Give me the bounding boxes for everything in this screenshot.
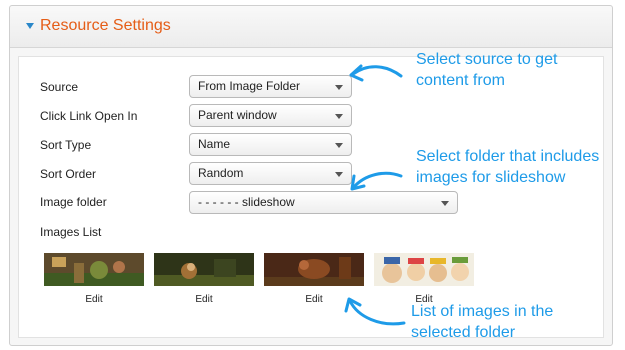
chevron-down-icon bbox=[335, 172, 343, 177]
annotation-arrow-icon bbox=[350, 171, 403, 191]
edit-link[interactable]: Edit bbox=[154, 294, 254, 305]
image-thumbnail[interactable] bbox=[154, 253, 254, 286]
images-list-label: Images List bbox=[40, 225, 102, 239]
source-select-value: From Image Folder bbox=[198, 79, 301, 93]
panel-header[interactable]: Resource Settings bbox=[10, 6, 612, 48]
image-thumbnail[interactable] bbox=[264, 253, 364, 286]
image-folder-label: Image folder bbox=[40, 195, 107, 209]
annotation-arrow-icon bbox=[344, 297, 406, 326]
source-select[interactable]: From Image Folder bbox=[189, 75, 352, 98]
sort-type-label: Sort Type bbox=[40, 138, 92, 152]
click-link-open-in-select[interactable]: Parent window bbox=[189, 104, 352, 127]
panel-body: Source From Image Folder Click Link Open… bbox=[18, 56, 604, 338]
chevron-down-icon bbox=[335, 114, 343, 119]
source-label: Source bbox=[40, 80, 79, 94]
image-thumbnail[interactable] bbox=[44, 253, 144, 286]
image-folder-value: - - - - - - slideshow bbox=[198, 195, 295, 209]
click-link-open-in-value: Parent window bbox=[198, 108, 277, 122]
click-link-open-in-label: Click Link Open In bbox=[40, 109, 138, 123]
sort-type-select[interactable]: Name bbox=[189, 133, 352, 156]
image-thumbnail[interactable] bbox=[374, 253, 474, 286]
sort-order-label: Sort Order bbox=[40, 167, 97, 181]
chevron-down-icon bbox=[335, 85, 343, 90]
panel-title: Resource Settings bbox=[40, 17, 171, 34]
image-folder-select[interactable]: - - - - - - slideshow bbox=[189, 191, 458, 214]
annotation-folder: Select folder that includes images for s… bbox=[416, 148, 600, 186]
sort-order-select[interactable]: Random bbox=[189, 162, 352, 185]
collapse-caret-icon[interactable] bbox=[26, 23, 34, 29]
sort-type-value: Name bbox=[198, 137, 231, 151]
annotation-arrow-icon bbox=[349, 64, 403, 82]
annotation-source: Select source to get content from bbox=[416, 51, 558, 89]
annotation-list: List of images in the selected folder bbox=[411, 303, 554, 341]
sort-order-value: Random bbox=[198, 166, 244, 180]
chevron-down-icon bbox=[441, 201, 449, 206]
chevron-down-icon bbox=[335, 143, 343, 148]
edit-link[interactable]: Edit bbox=[44, 294, 144, 305]
